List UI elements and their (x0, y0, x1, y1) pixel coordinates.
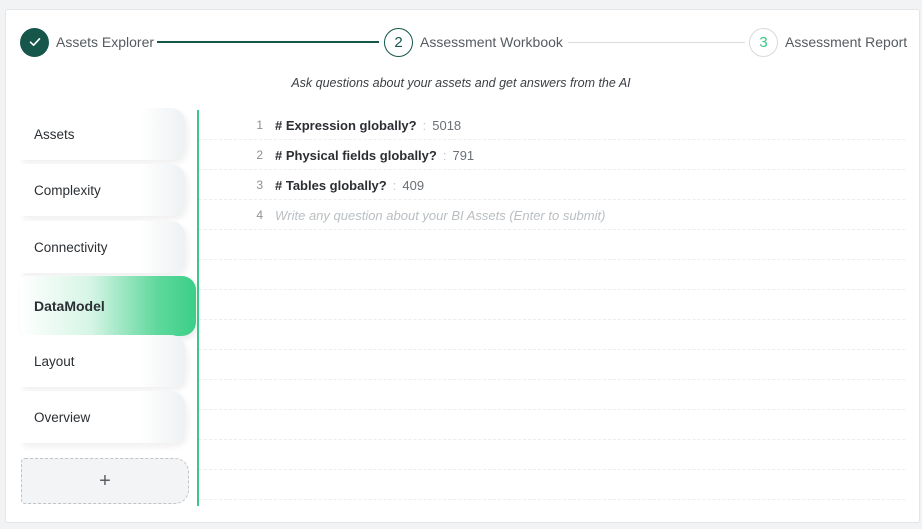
empty-row (199, 230, 905, 260)
step-connector-pending (568, 42, 745, 43)
empty-row (199, 320, 905, 350)
answer-separator: : (422, 117, 427, 133)
empty-row (199, 410, 905, 440)
question-text: # Physical fields globally? (275, 147, 437, 163)
add-category-button[interactable]: + (21, 458, 189, 504)
answer-value: 409 (402, 177, 425, 193)
empty-row (199, 470, 905, 500)
question-row[interactable]: 2 # Physical fields globally? : 791 (199, 140, 905, 170)
line-number: 2 (256, 148, 263, 162)
sidebar-item-complexity[interactable]: Complexity (20, 164, 185, 216)
question-editor: 1 # Expression globally? : 5018 2 # Phys… (199, 110, 905, 506)
sidebar-item-assets[interactable]: Assets (20, 108, 185, 160)
progress-stepper: Assets Explorer 2 Assessment Workbook 3 … (20, 27, 907, 57)
empty-row (199, 290, 905, 320)
sidebar-item-label: DataModel (34, 298, 105, 314)
sidebar-item-connectivity[interactable]: Connectivity (20, 221, 185, 273)
sidebar-item-label: Complexity (34, 182, 101, 198)
step-number: 2 (384, 27, 413, 57)
sidebar-item-datamodel[interactable]: DataModel (20, 276, 196, 336)
answer-value: 5018 (432, 117, 462, 133)
empty-row (199, 260, 905, 290)
step-number: 3 (749, 27, 778, 57)
empty-row (199, 350, 905, 380)
plus-icon: + (99, 469, 111, 492)
question-input-row[interactable]: 4 Write any question about your BI Asset… (199, 200, 905, 230)
step-connector-completed (157, 41, 379, 43)
question-text: # Tables globally? (275, 177, 387, 193)
question-text: # Expression globally? (275, 117, 417, 133)
sidebar-item-label: Layout (34, 353, 75, 369)
empty-row (199, 380, 905, 410)
sidebar-item-label: Overview (34, 409, 91, 425)
step-assessment-report[interactable]: 3 Assessment Report (749, 27, 907, 57)
answer-separator: : (392, 177, 397, 193)
line-number: 3 (256, 178, 263, 192)
step-assessment-workbook[interactable]: 2 Assessment Workbook (384, 27, 563, 57)
question-input[interactable]: Write any question about your BI Assets … (275, 208, 605, 223)
answer-separator: : (442, 147, 447, 163)
page-subtitle: Ask questions about your assets and get … (291, 76, 631, 90)
question-row[interactable]: 3 # Tables globally? : 409 (199, 170, 905, 200)
sidebar-item-overview[interactable]: Overview (20, 391, 185, 443)
answer-value: 791 (452, 147, 475, 163)
step-label: Assets Explorer (56, 34, 155, 50)
line-number: 4 (256, 208, 263, 222)
line-number: 1 (256, 118, 263, 132)
sidebar-item-layout[interactable]: Layout (20, 335, 185, 387)
empty-row (199, 440, 905, 470)
step-label: Assessment Report (785, 34, 908, 50)
question-row[interactable]: 1 # Expression globally? : 5018 (199, 110, 905, 140)
sidebar-item-label: Assets (34, 126, 75, 142)
sidebar-item-label: Connectivity (34, 239, 108, 255)
category-sidebar: Assets Complexity Connectivity DataModel… (20, 108, 198, 506)
step-assets-explorer[interactable]: Assets Explorer (20, 27, 154, 57)
check-icon (20, 27, 49, 57)
step-label: Assessment Workbook (420, 34, 563, 50)
